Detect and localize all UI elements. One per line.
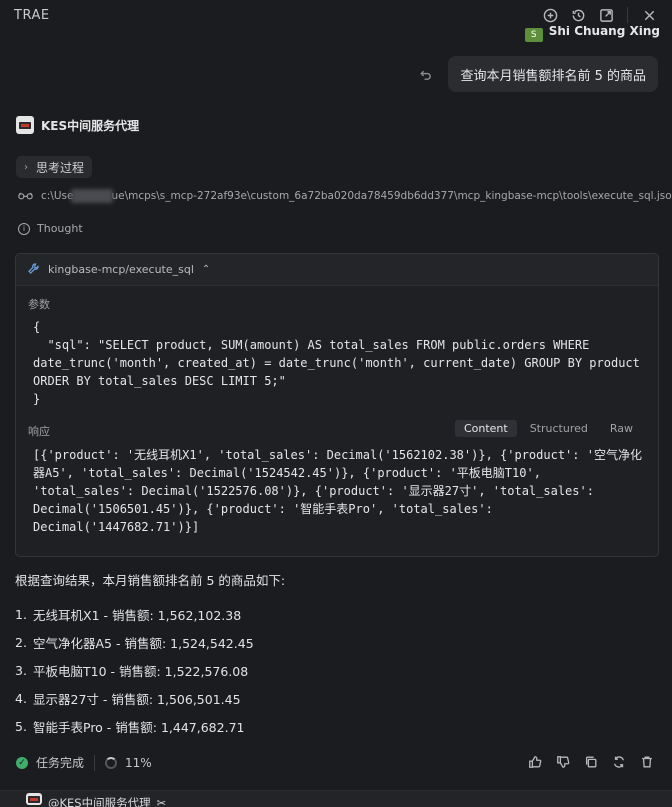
copy-icon[interactable] [582, 753, 600, 771]
divider [627, 7, 628, 23]
list-item: 1. 无线耳机X1 - 销售额: 1,562,102.38 [15, 606, 242, 623]
progress-text: 11% [125, 755, 152, 770]
chevron-right-icon: › [24, 161, 28, 173]
task-status: ✓ 任务完成 11% [16, 754, 152, 771]
tab-structured[interactable]: Structured [521, 420, 597, 437]
list-item: 3. 平板电脑T10 - 销售额: 1,522,576.08 [15, 662, 249, 679]
title-bar-actions [541, 6, 658, 24]
message-actions [526, 753, 656, 771]
thumbs-down-icon[interactable] [554, 753, 572, 771]
tab-content[interactable]: Content [454, 420, 517, 437]
add-chat-icon[interactable] [541, 6, 559, 24]
response-label: 响应 [28, 425, 50, 438]
list-item: 2. 空气净化器A5 - 销售额: 1,524,542.45 [15, 634, 254, 651]
avatar: S [524, 28, 543, 42]
agent-header: KES中间服务代理 [16, 116, 139, 134]
thumbs-up-icon[interactable] [526, 753, 544, 771]
close-icon[interactable] [640, 6, 658, 24]
user-query-row: 查询本月销售额排名前 5 的商品 [416, 56, 658, 92]
delete-icon[interactable] [638, 753, 656, 771]
tab-raw[interactable]: Raw [601, 420, 642, 437]
context-path: c:\Use ue\mcps\s_mcp-272af93e\custom_6a72… [41, 189, 672, 203]
thought-row[interactable]: i Thought [18, 222, 83, 235]
app-title: TRAE [14, 7, 50, 23]
params-code: { "sql": "SELECT product, SUM(amount) AS… [33, 320, 640, 406]
agent-logo-icon [26, 793, 42, 805]
context-path-row[interactable]: c:\Use ue\mcps\s_mcp-272af93e\custom_6a72… [18, 189, 672, 203]
glasses-icon [18, 190, 33, 203]
thinking-toggle[interactable]: › 思考过程 [16, 156, 93, 178]
tool-name: kingbase-mcp/execute_sql [48, 263, 194, 276]
tool-call-card: kingbase-mcp/execute_sql ⌃ 参数 { "sql": "… [15, 253, 659, 557]
agent-mention: @KES中间服务代理 [48, 796, 151, 807]
input-context-bar[interactable]: @KES中间服务代理 ✂ [0, 790, 672, 807]
tools-icon[interactable]: ✂ [157, 796, 167, 807]
thought-label: Thought [37, 222, 83, 235]
undo-icon[interactable] [416, 65, 434, 83]
chevron-up-icon[interactable]: ⌃ [202, 264, 210, 275]
response-code: [{'product': '无线耳机X1', 'total_sales': De… [33, 448, 642, 534]
redacted-region [71, 189, 114, 203]
params-label: 参数 [28, 298, 50, 311]
user-query-bubble: 查询本月销售额排名前 5 的商品 [448, 56, 658, 92]
result-list: 1. 无线耳机X1 - 销售额: 1,562,102.38 2. 空气净化器A5 -… [15, 600, 254, 740]
popout-icon[interactable] [597, 6, 615, 24]
thinking-label: 思考过程 [36, 160, 85, 175]
wrench-icon [27, 262, 40, 278]
progress-spinner-icon [105, 756, 118, 769]
agent-logo-icon [16, 116, 34, 134]
user-name: Shi Chuang Xing [548, 26, 660, 38]
tool-call-header[interactable]: kingbase-mcp/execute_sql ⌃ [16, 254, 658, 286]
check-circle-icon: ✓ [16, 756, 28, 769]
response-tabs: Content Structured Raw [454, 420, 642, 437]
history-icon[interactable] [569, 6, 587, 24]
divider [94, 754, 96, 771]
status-label: 任务完成 [36, 756, 85, 770]
list-item: 5. 智能手表Pro - 销售额: 1,447,682.71 [15, 718, 245, 735]
user-header: S Shi Chuang Xing [524, 26, 660, 44]
agent-name: KES中间服务代理 [41, 118, 140, 133]
regenerate-icon[interactable] [610, 753, 628, 771]
info-icon: i [18, 222, 30, 235]
list-item: 4. 显示器27寸 - 销售额: 1,506,501.45 [15, 690, 241, 707]
answer-summary: 根据查询结果，本月销售额排名前 5 的商品如下: [15, 573, 286, 588]
